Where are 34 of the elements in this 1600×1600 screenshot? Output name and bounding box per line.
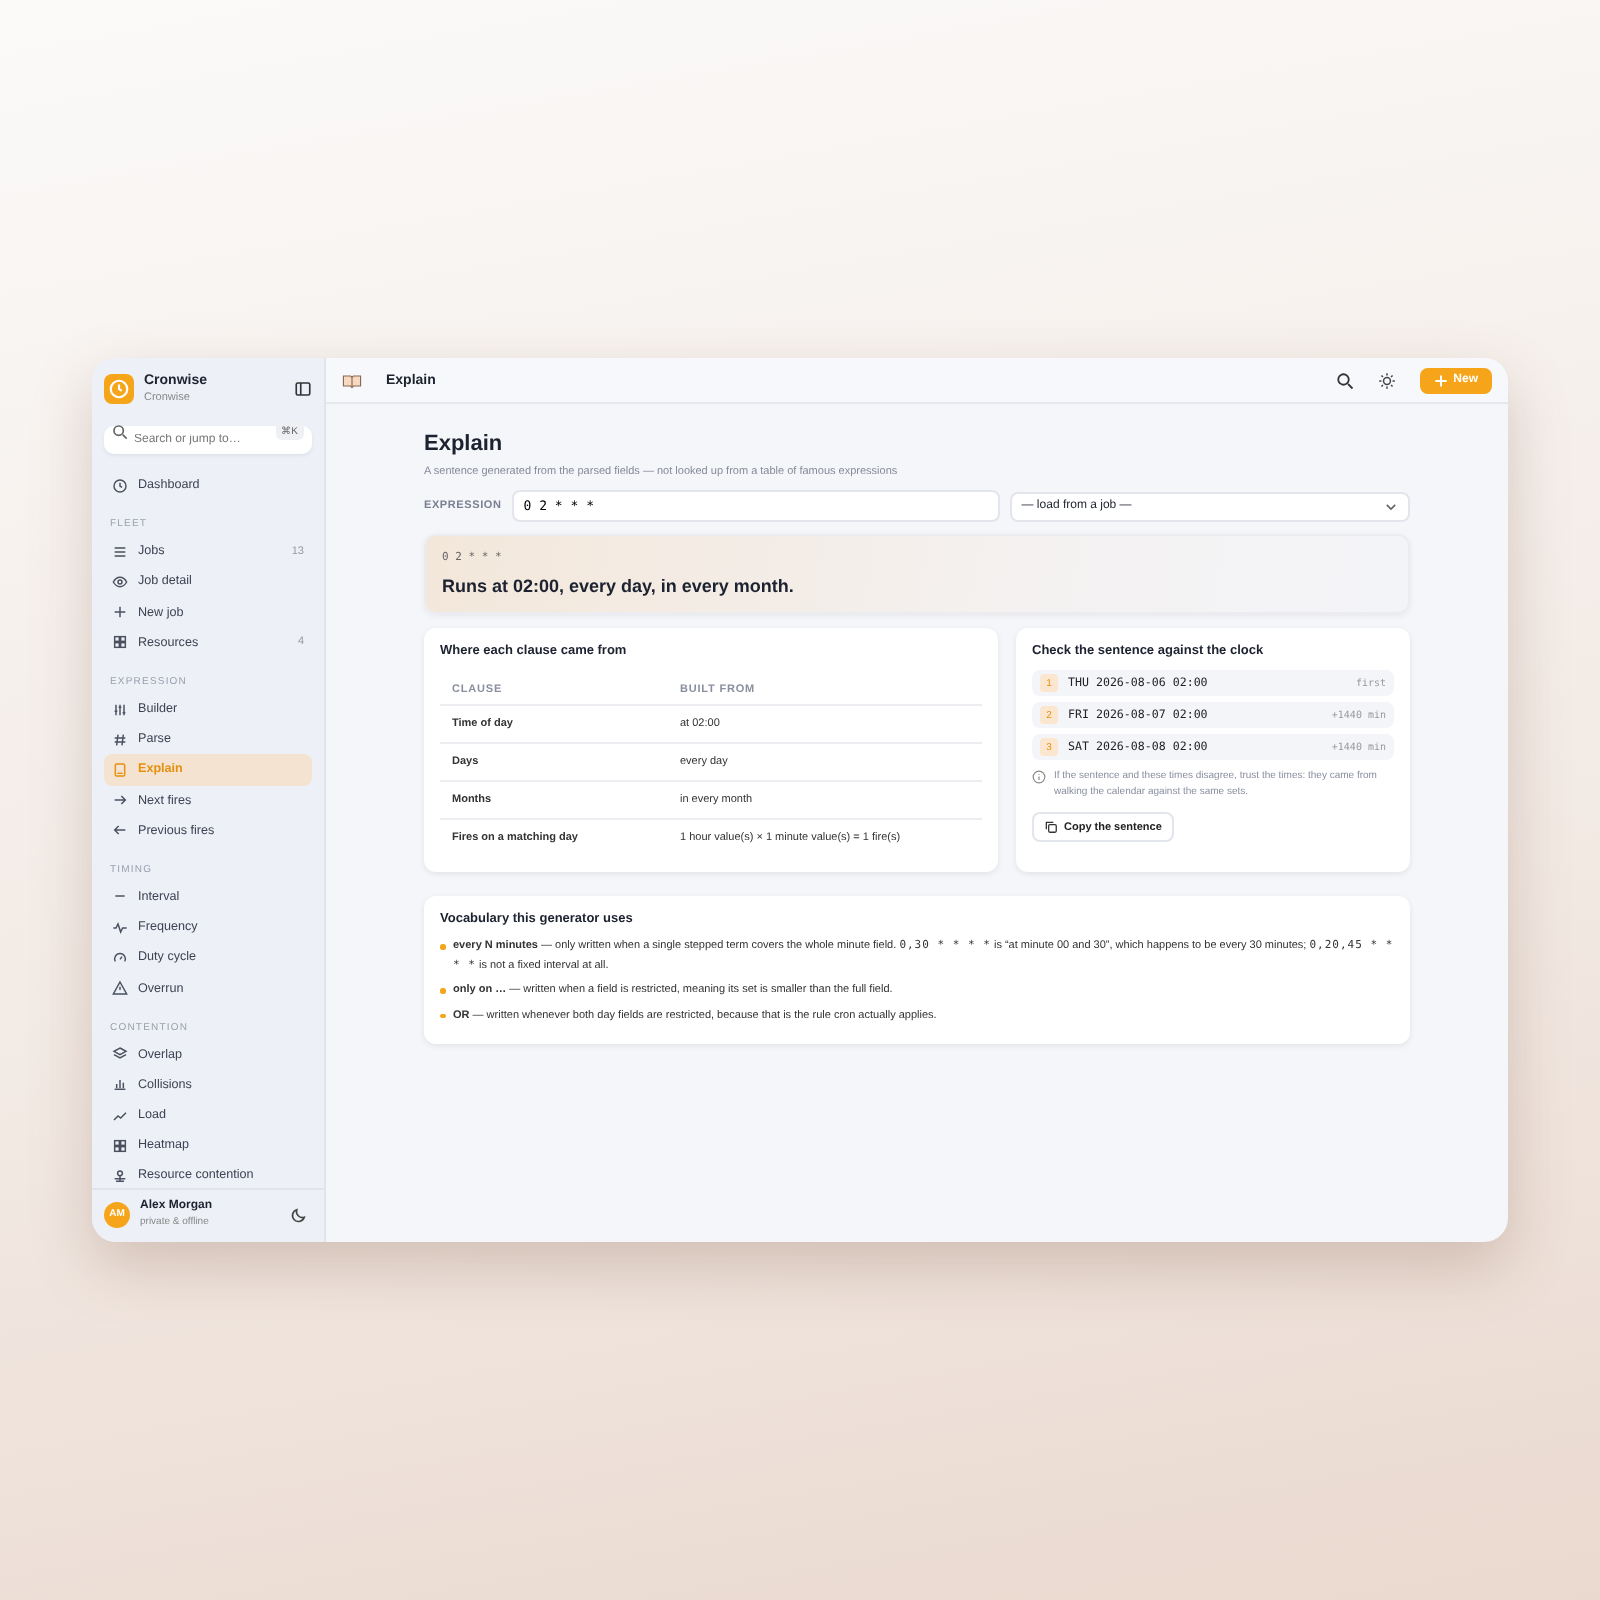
sliders-icon bbox=[112, 701, 128, 718]
arrow-left-icon bbox=[112, 822, 128, 839]
open-book-icon bbox=[342, 371, 362, 389]
plus-icon bbox=[1433, 373, 1448, 387]
trend-icon bbox=[112, 1107, 128, 1124]
chevron-down-icon bbox=[1384, 499, 1398, 513]
info-icon bbox=[1032, 770, 1046, 784]
bullet-dot bbox=[440, 944, 445, 949]
clock-icon bbox=[112, 477, 128, 494]
moon-icon[interactable] bbox=[290, 1205, 308, 1223]
bar-chart-icon bbox=[112, 1076, 128, 1093]
network-icon bbox=[112, 1167, 128, 1184]
sun-icon[interactable] bbox=[1377, 371, 1396, 389]
copy-icon bbox=[1044, 820, 1058, 834]
warning-icon bbox=[112, 980, 128, 997]
hash-icon bbox=[112, 731, 128, 748]
search-icon[interactable] bbox=[1335, 371, 1354, 389]
search-icon bbox=[112, 424, 128, 440]
layers-icon bbox=[112, 1046, 128, 1063]
clock-logo-icon bbox=[104, 374, 134, 404]
grid-icon bbox=[112, 1137, 128, 1154]
sidebar-toggle-icon[interactable] bbox=[294, 380, 312, 398]
arrow-right-icon bbox=[112, 792, 128, 809]
bullet-dot bbox=[440, 1013, 445, 1019]
page-title: Explain bbox=[424, 432, 505, 456]
bullet-dot bbox=[440, 988, 445, 994]
list-icon bbox=[112, 543, 128, 560]
gauge-icon bbox=[112, 949, 128, 966]
result-sentence: Runs at 02:00, every day, in every month. bbox=[442, 576, 796, 596]
pulse-icon bbox=[112, 919, 128, 936]
book-icon bbox=[112, 761, 128, 778]
plus-icon bbox=[112, 604, 128, 621]
grid-icon bbox=[112, 634, 128, 651]
eye-icon bbox=[112, 573, 128, 590]
